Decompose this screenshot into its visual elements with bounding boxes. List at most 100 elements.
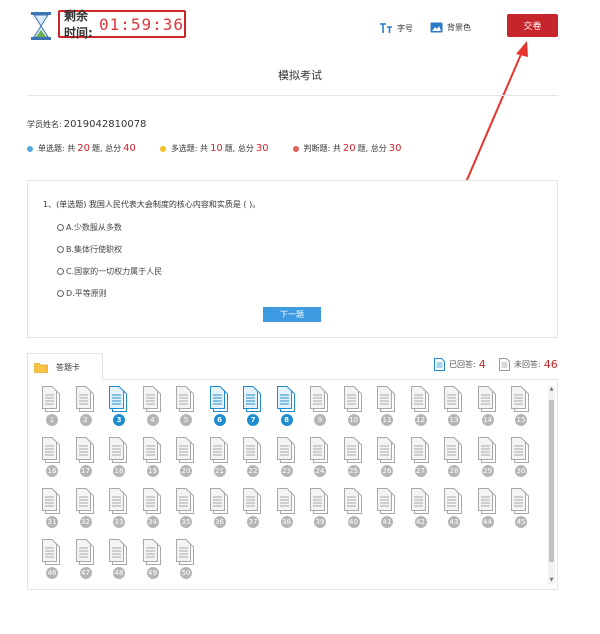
question-card-item[interactable]: 39 — [308, 488, 332, 528]
question-card-item[interactable]: 49 — [141, 539, 165, 579]
question-doc-icon — [477, 386, 496, 412]
question-card-item[interactable]: 27 — [409, 437, 433, 477]
question-card-item[interactable]: 18 — [107, 437, 131, 477]
question-card-item[interactable]: 1 — [40, 386, 64, 426]
question-doc-icon — [109, 539, 127, 565]
stat-label: 单选题: 共 — [38, 144, 76, 153]
question-number: 5 — [180, 414, 192, 426]
question-doc-icon — [511, 488, 529, 514]
question-doc-icon — [209, 437, 228, 463]
question-card-item[interactable]: 5 — [174, 386, 198, 426]
question-number: 9 — [314, 414, 326, 426]
student-id: 2019042810078 — [63, 119, 147, 130]
font-size-icon — [380, 23, 392, 33]
tab-answer-card[interactable]: 答题卡 — [27, 353, 103, 380]
question-number: 22 — [247, 465, 259, 477]
submit-exam-button[interactable]: 交卷 — [507, 14, 558, 37]
next-question-button[interactable]: 下一题 — [263, 307, 321, 322]
question-card-item[interactable]: 28 — [442, 437, 466, 477]
question-card-item[interactable]: 12 — [409, 386, 433, 426]
question-card-item[interactable]: 7 — [241, 386, 265, 426]
question-card-item[interactable]: 22 — [241, 437, 265, 477]
question-card-item[interactable]: 35 — [174, 488, 198, 528]
question-card-item[interactable]: 44 — [476, 488, 500, 528]
radio-a[interactable] — [57, 224, 64, 231]
question-card-item[interactable]: 33 — [107, 488, 131, 528]
scroll-down-icon[interactable]: ▼ — [548, 577, 555, 584]
question-card-item[interactable]: 24 — [308, 437, 332, 477]
question-doc-icon — [410, 488, 429, 514]
question-card-item[interactable]: 42 — [409, 488, 433, 528]
question-card-item[interactable]: 46 — [40, 539, 64, 579]
question-card-item[interactable]: 6 — [208, 386, 232, 426]
radio-b[interactable] — [57, 246, 64, 253]
scroll-thumb[interactable] — [549, 400, 554, 562]
question-doc-icon — [511, 437, 529, 463]
question-number: 14 — [481, 414, 494, 426]
question-card-item[interactable]: 23 — [275, 437, 299, 477]
question-doc-icon — [109, 386, 127, 412]
question-card-item[interactable]: 50 — [174, 539, 198, 579]
question-card-item[interactable]: 32 — [74, 488, 98, 528]
hourglass-icon — [31, 12, 51, 40]
countdown-timer: 剩余时间: 01:59:36 — [58, 9, 186, 40]
scrollbar[interactable]: ▲ ▼ — [548, 386, 555, 584]
option-d[interactable]: D.平等原则 — [57, 288, 107, 299]
question-card-item[interactable]: 2 — [74, 386, 98, 426]
question-card-item[interactable]: 9 — [308, 386, 332, 426]
question-doc-icon — [243, 488, 261, 514]
option-b[interactable]: B.集体行使职权 — [57, 244, 122, 255]
tab-answer-card-label: 答题卡 — [56, 362, 80, 372]
font-size-label: 字号 — [397, 23, 413, 33]
question-doc-icon — [176, 437, 194, 463]
question-card-item[interactable]: 15 — [509, 386, 533, 426]
question-number: 11 — [381, 414, 393, 426]
question-number: 34 — [146, 516, 159, 528]
question-card-item[interactable]: 19 — [141, 437, 165, 477]
question-card-item[interactable]: 20 — [174, 437, 198, 477]
scroll-up-icon[interactable]: ▲ — [548, 386, 555, 393]
question-card-item[interactable]: 11 — [375, 386, 399, 426]
stat-unit: 题, 总分 — [91, 144, 122, 153]
question-card-item[interactable]: 29 — [476, 437, 500, 477]
question-card-item[interactable]: 36 — [208, 488, 232, 528]
question-number: 30 — [515, 465, 527, 477]
option-a[interactable]: A.少数服从多数 — [57, 222, 122, 233]
font-size-button[interactable]: 字号 — [379, 22, 413, 34]
question-card-item[interactable]: 41 — [375, 488, 399, 528]
option-c[interactable]: C.国家的一切权力属于人民 — [57, 266, 162, 277]
question-number: 23 — [280, 465, 293, 477]
question-card-item[interactable]: 21 — [208, 437, 232, 477]
question-number: 45 — [515, 516, 527, 528]
question-card-item[interactable]: 3 — [107, 386, 131, 426]
question-card-item[interactable]: 38 — [275, 488, 299, 528]
question-card-item[interactable]: 40 — [342, 488, 366, 528]
question-number: 49 — [146, 567, 159, 579]
question-card-item[interactable]: 13 — [442, 386, 466, 426]
question-card-item[interactable]: 26 — [375, 437, 399, 477]
question-card-item[interactable]: 10 — [342, 386, 366, 426]
question-card-item[interactable]: 45 — [509, 488, 533, 528]
question-card-item[interactable]: 4 — [141, 386, 165, 426]
question-card-item[interactable]: 34 — [141, 488, 165, 528]
unanswered-count: 46 — [543, 358, 558, 371]
question-doc-icon — [75, 386, 94, 412]
question-card-item[interactable]: 14 — [476, 386, 500, 426]
question-card-item[interactable]: 8 — [275, 386, 299, 426]
question-card-item[interactable]: 37 — [241, 488, 265, 528]
question-card-item[interactable]: 47 — [74, 539, 98, 579]
question-doc-icon — [444, 386, 462, 412]
background-color-button[interactable]: 背景色 — [430, 22, 471, 33]
question-card-item[interactable]: 43 — [442, 488, 466, 528]
question-card-item[interactable]: 25 — [342, 437, 366, 477]
question-card-item[interactable]: 17 — [74, 437, 98, 477]
stat-single-choice: 单选题: 共 20 题, 总分 40 — [27, 143, 138, 154]
question-card-item[interactable]: 16 — [40, 437, 64, 477]
radio-d[interactable] — [57, 290, 64, 297]
question-doc-icon — [276, 386, 295, 412]
question-card-item[interactable]: 48 — [107, 539, 131, 579]
question-number: 35 — [180, 516, 192, 528]
question-card-item[interactable]: 31 — [40, 488, 64, 528]
question-card-item[interactable]: 30 — [509, 437, 533, 477]
radio-c[interactable] — [57, 268, 64, 275]
